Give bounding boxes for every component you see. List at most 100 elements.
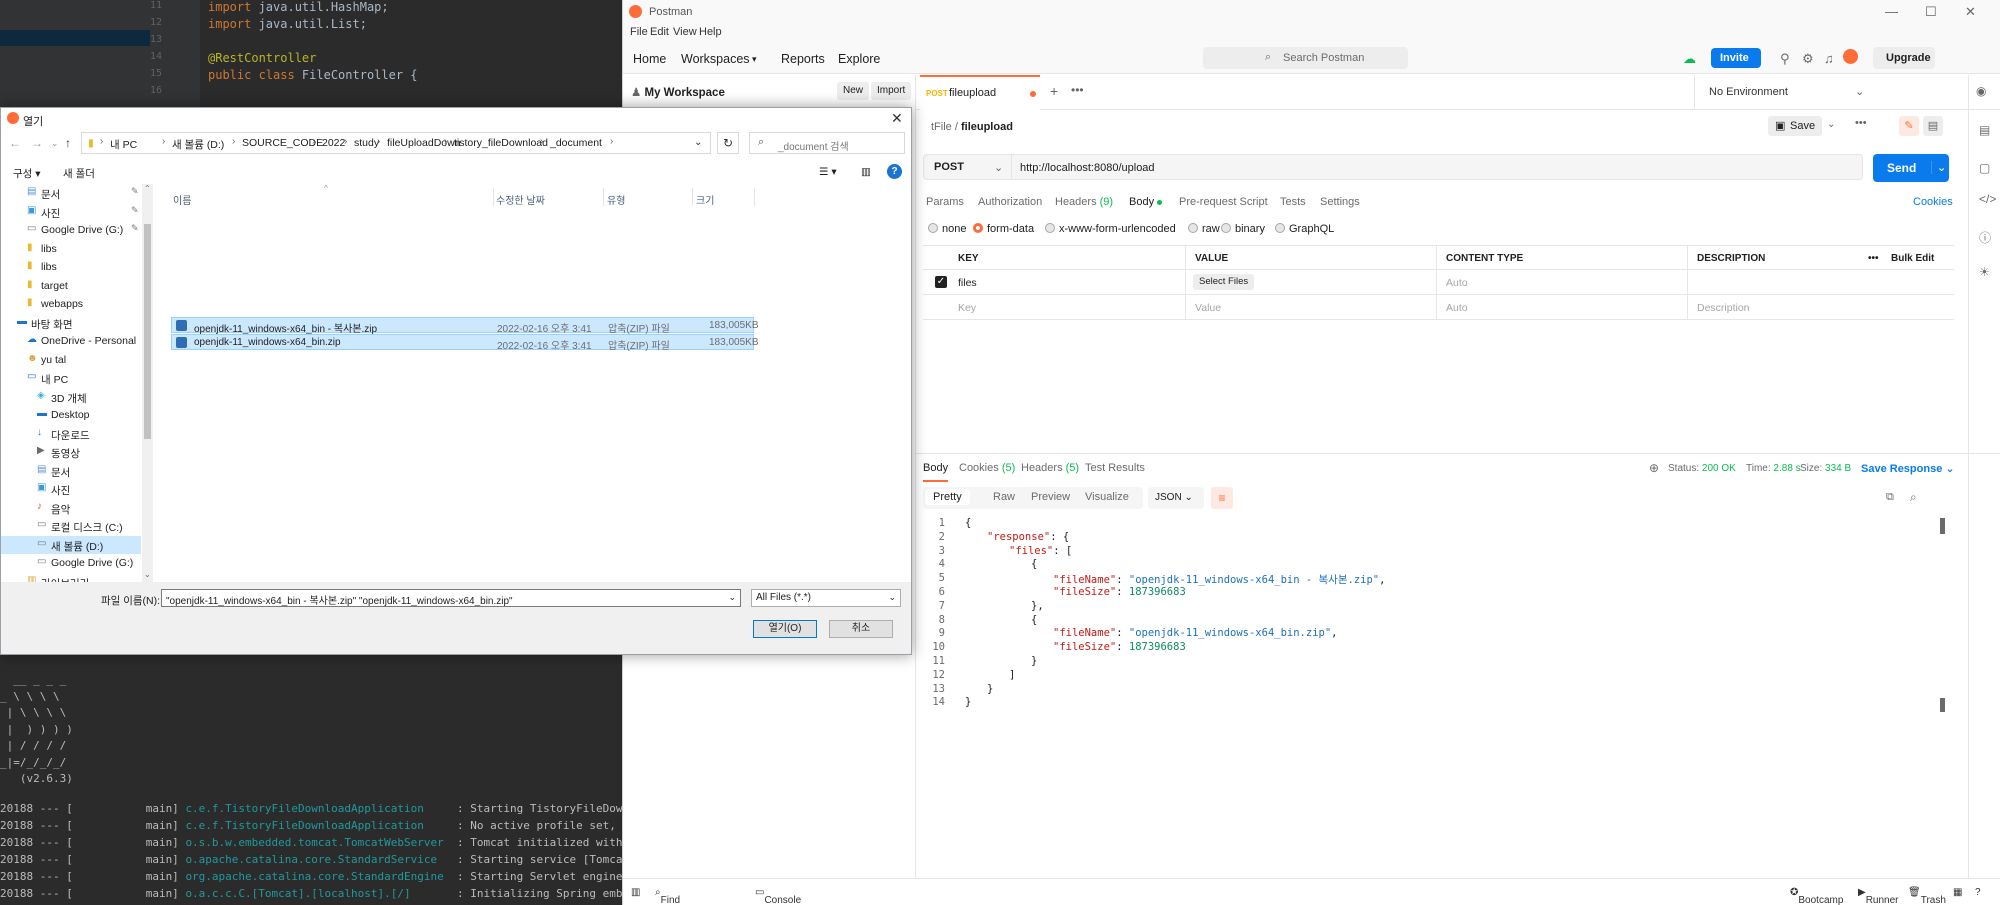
tab-pre-request-script[interactable]: Pre-request Script xyxy=(1179,196,1268,208)
breadcrumb-chevron-icon[interactable]: › xyxy=(377,136,380,147)
copy-icon[interactable]: ⧉ xyxy=(1886,491,1894,504)
nav-explore[interactable]: Explore xyxy=(838,52,880,66)
breadcrumb-item[interactable]: 2022 xyxy=(322,137,345,149)
radio-form-data[interactable]: form-data xyxy=(973,223,1034,235)
comments-icon[interactable]: ▤ xyxy=(1923,116,1943,136)
response-tab-cookies[interactable]: Cookies (5) xyxy=(959,462,1015,474)
file-type-select[interactable]: All Files (*.*) ⌄ xyxy=(751,589,901,607)
back-icon[interactable]: ← xyxy=(9,136,21,150)
key-input[interactable]: Key xyxy=(958,302,976,314)
nav-item[interactable]: ▬ 바탕 화면 xyxy=(1,314,141,332)
breadcrumb-chevron-icon[interactable]: › xyxy=(540,136,543,147)
method-select[interactable]: POST ⌄ xyxy=(924,155,1012,179)
organize-button[interactable]: 구성 ▾ xyxy=(13,166,41,181)
layout-icon[interactable]: ▦ xyxy=(1953,887,1962,898)
cookies-link[interactable]: Cookies xyxy=(1913,196,1953,208)
radio-binary[interactable]: binary xyxy=(1221,223,1265,235)
view-raw[interactable]: Raw xyxy=(993,491,1015,503)
settings-icon[interactable]: ⚙ xyxy=(1802,51,1814,67)
breadcrumb-chevron-icon[interactable]: › xyxy=(444,136,447,147)
breadcrumb-item[interactable]: 새 볼륨 (D:) xyxy=(172,137,224,152)
chevron-down-icon[interactable]: ⌄ xyxy=(694,137,702,148)
search-box[interactable]: ⌕ Search Postman xyxy=(1203,47,1408,69)
nav-item[interactable]: ▮ libs xyxy=(1,258,141,276)
nav-item[interactable]: ▭ 로컬 디스크 (C:) xyxy=(1,517,141,535)
new-button[interactable]: New xyxy=(837,82,870,100)
more-options-icon[interactable]: ••• xyxy=(1868,253,1879,264)
send-button[interactable]: Send ⌄ xyxy=(1873,154,1949,182)
globe-icon[interactable]: ⊕ xyxy=(1649,461,1659,475)
breadcrumb-chevron-icon[interactable]: › xyxy=(344,136,347,147)
nav-item[interactable]: ▣ 사진 ✎ xyxy=(1,203,141,221)
scroll-down-icon[interactable]: ⌄ xyxy=(144,570,151,579)
comment-icon[interactable]: ▢ xyxy=(1979,161,1990,175)
nav-item[interactable]: ☁ OneDrive - Personal xyxy=(1,332,141,350)
nav-item[interactable]: ▬ Desktop xyxy=(1,406,141,424)
content-type-cell[interactable]: Auto xyxy=(1446,277,1468,289)
url-input[interactable]: http://localhost:8080/upload xyxy=(1020,162,1155,174)
breadcrumb-chevron-icon[interactable]: › xyxy=(162,136,165,147)
nav-item[interactable]: ◈ 3D 개체 xyxy=(1,388,141,406)
maximize-icon[interactable]: ☐ xyxy=(1925,4,1937,20)
nav-workspaces[interactable]: Workspaces xyxy=(681,52,750,66)
scrollbar-thumb[interactable] xyxy=(144,224,151,439)
col-type[interactable]: 유형 xyxy=(607,192,625,207)
upgrade-button[interactable]: Upgrade xyxy=(1873,47,1935,69)
filename-input[interactable]: "openjdk-11_windows-x64_bin - 복사본.zip" "… xyxy=(161,589,741,607)
nav-item[interactable]: ▤ 문서 ✎ xyxy=(1,184,141,202)
address-bar[interactable]: ▮ › 내 PC › 새 볼륨 (D:) › SOURCE_CODE › 2022 › study ›… xyxy=(81,132,711,154)
col-divider[interactable] xyxy=(603,188,604,206)
menu-view[interactable]: View xyxy=(673,26,697,38)
col-divider[interactable] xyxy=(493,188,494,206)
close-icon[interactable]: ✕ xyxy=(891,110,903,127)
code-icon[interactable]: </> xyxy=(1979,192,1996,206)
col-divider[interactable] xyxy=(692,188,693,206)
forward-icon[interactable]: → xyxy=(31,136,43,150)
nav-item[interactable]: ▭ Google Drive (G:) ✎ xyxy=(1,221,141,239)
close-icon[interactable]: ✕ xyxy=(1965,4,1976,20)
language-select[interactable]: JSON ⌄ xyxy=(1148,487,1204,509)
view-pretty[interactable]: Pretty xyxy=(925,489,970,505)
radio-raw[interactable]: raw xyxy=(1188,223,1220,235)
bootcamp[interactable]: ✪ Bootcamp xyxy=(1790,887,1843,905)
save-chevron-icon[interactable]: ⌄ xyxy=(1827,119,1835,130)
sidebar-toggle-icon[interactable]: ▥ xyxy=(631,887,640,898)
nav-item[interactable]: ↓ 다운로드 xyxy=(1,425,141,443)
view-options-icon[interactable]: ☰ ▾ xyxy=(819,166,837,178)
response-tab-headers[interactable]: Headers (5) xyxy=(1021,462,1079,474)
nav-item[interactable]: ♪ 음악 xyxy=(1,499,141,517)
nav-item[interactable]: ▤ 문서 xyxy=(1,462,141,480)
menu-help[interactable]: Help xyxy=(699,26,722,38)
nav-item[interactable]: ▮ target xyxy=(1,277,141,295)
info-icon[interactable]: ⓘ xyxy=(1979,229,1991,246)
breadcrumb-chevron-icon[interactable]: › xyxy=(610,136,613,147)
file-row[interactable]: openjdk-11_windows-x64_bin - 복사본.zip 202… xyxy=(171,317,759,335)
minimize-icon[interactable]: — xyxy=(1885,4,1898,19)
response-tab-body[interactable]: Body xyxy=(923,462,949,482)
col-date[interactable]: 수정한 날짜 xyxy=(496,192,545,207)
help-icon[interactable]: ? xyxy=(1975,887,1981,898)
avatar[interactable] xyxy=(1843,49,1858,64)
file-row[interactable]: openjdk-11_windows-x64_bin.zip 2022-02-1… xyxy=(171,334,759,352)
pane-divider[interactable] xyxy=(916,453,2000,454)
console[interactable]: ▭ Console xyxy=(755,887,801,905)
radio-x-www-form-urlencoded[interactable]: x-www-form-urlencoded xyxy=(1045,223,1176,235)
content-type-input[interactable]: Auto xyxy=(1446,302,1468,314)
checkbox-checked-icon[interactable]: ✓ xyxy=(935,276,947,288)
nav-item[interactable]: ▭ 내 PC xyxy=(1,369,141,387)
runner[interactable]: ▶ Runner xyxy=(1858,887,1899,905)
breadcrumb-item[interactable]: study xyxy=(354,137,379,149)
bell-icon[interactable]: ♫ xyxy=(1824,51,1834,66)
breadcrumb-item[interactable]: _document xyxy=(550,137,602,149)
response-body[interactable]: 1{2 "response": {3 "files": [4{5 "fileName"… xyxy=(923,517,1953,877)
new-folder-button[interactable]: 새 폴더 xyxy=(63,166,95,181)
breadcrumb-item[interactable]: 내 PC xyxy=(110,137,137,152)
breadcrumb-chevron-icon[interactable]: › xyxy=(100,136,103,147)
nav-home[interactable]: Home xyxy=(633,52,666,66)
save-button[interactable]: ▣ Save xyxy=(1768,116,1822,136)
tab-headers[interactable]: Headers (9) xyxy=(1055,196,1113,208)
save-response-button[interactable]: Save Response ⌄ xyxy=(1861,462,1955,475)
tab-settings[interactable]: Settings xyxy=(1320,196,1360,208)
breadcrumb-parent[interactable]: tFile xyxy=(931,121,952,133)
description-input[interactable]: Description xyxy=(1697,302,1750,314)
